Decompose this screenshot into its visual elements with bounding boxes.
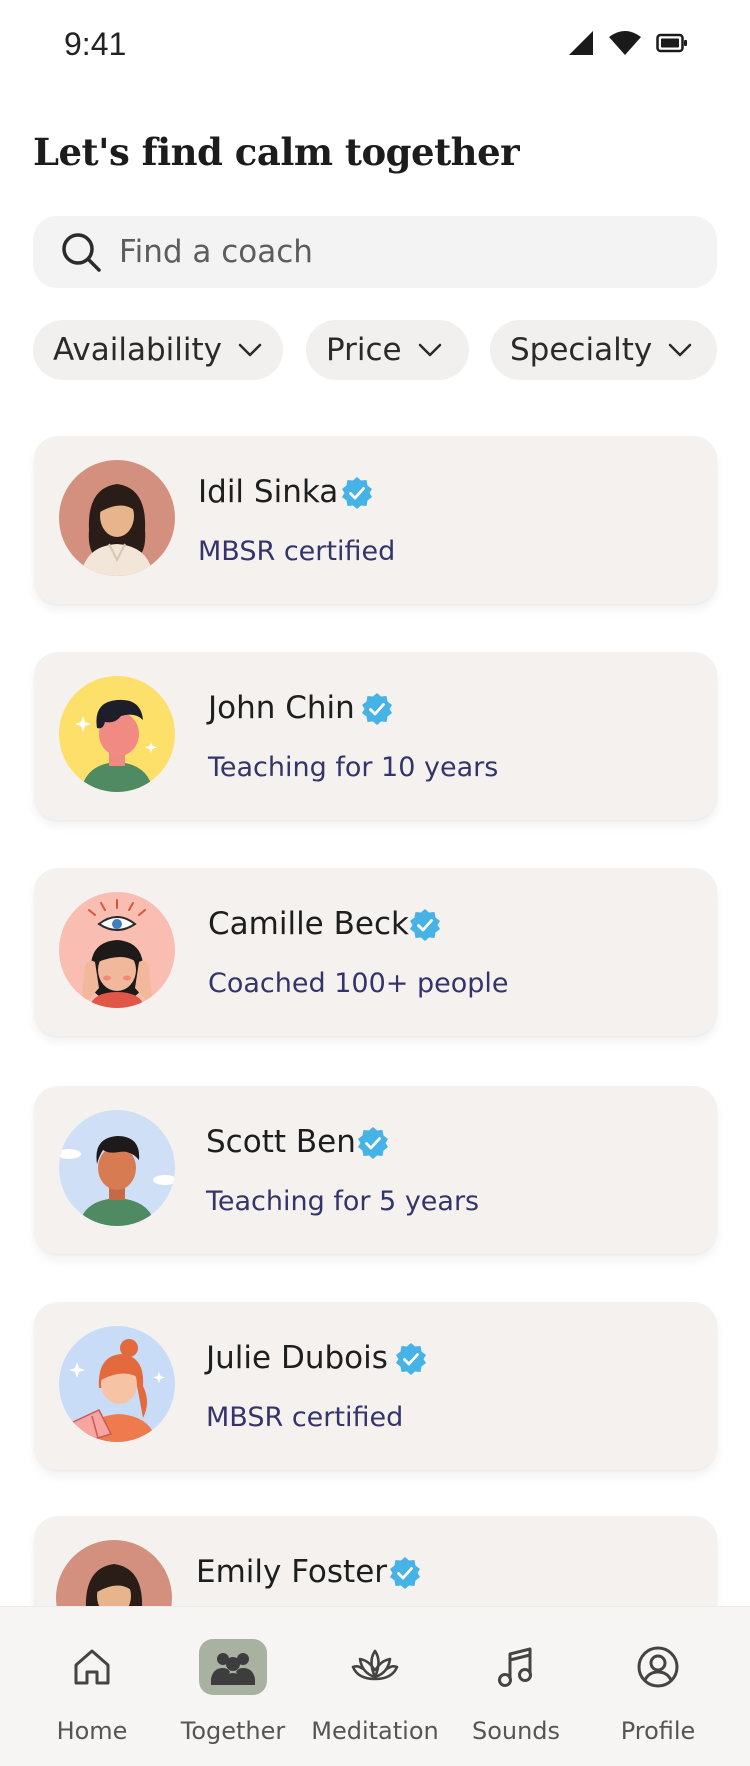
coach-name: Julie Dubois: [206, 1340, 388, 1376]
battery-icon: [656, 33, 687, 53]
nav-home[interactable]: Home: [22, 1607, 162, 1766]
avatar: [59, 460, 175, 576]
status-icons: [568, 30, 688, 56]
filter-bar: Availability Price Specialty: [33, 320, 717, 380]
chevron-down-icon: [418, 343, 441, 357]
filter-specialty[interactable]: Specialty: [490, 320, 717, 380]
verified-badge-icon: [410, 909, 440, 941]
verified-badge-icon: [390, 1557, 420, 1589]
coach-card[interactable]: Julie Dubois MBSR certified: [34, 1302, 717, 1470]
coach-name: Idil Sinka: [198, 474, 339, 510]
lotus-icon: [351, 1649, 399, 1681]
coach-name: John Chin: [208, 690, 355, 726]
avatar: [59, 1110, 175, 1226]
filter-price[interactable]: Price: [306, 320, 469, 380]
chevron-down-icon: [668, 343, 692, 357]
nav-together-label: Together: [180, 1717, 286, 1745]
filter-specialty-label: Specialty: [510, 332, 653, 368]
search-input[interactable]: [119, 234, 679, 270]
nav-sounds-icon-wrap: [482, 1639, 550, 1695]
nav-meditation-icon-wrap: [341, 1639, 409, 1695]
filter-availability[interactable]: Availability: [33, 320, 283, 380]
profile-icon: [637, 1646, 679, 1688]
music-note-icon: [498, 1647, 532, 1687]
status-bar: 9:41: [0, 0, 750, 92]
nav-profile-icon-wrap: [624, 1639, 692, 1695]
status-time: 9:41: [64, 26, 127, 62]
home-icon: [74, 1649, 110, 1685]
nav-profile[interactable]: Profile: [588, 1607, 728, 1766]
verified-badge-icon: [362, 693, 392, 725]
wifi-icon: [609, 31, 641, 55]
nav-sounds[interactable]: Sounds: [446, 1607, 586, 1766]
coach-card[interactable]: Idil Sinka MBSR certified: [34, 436, 717, 604]
coach-card[interactable]: John Chin Teaching for 10 years: [34, 652, 717, 820]
bottom-navigation: Home Together Meditation Sounds Profile: [0, 1606, 750, 1766]
coach-name: Camille Beck: [208, 906, 409, 942]
coach-card[interactable]: Scott Ben Teaching for 5 years: [34, 1086, 717, 1254]
coach-name: Emily Foster: [196, 1554, 388, 1590]
coach-subtitle: Coached 100+ people: [208, 968, 509, 999]
coach-card[interactable]: Camille Beck Coached 100+ people: [34, 868, 717, 1036]
coach-subtitle: MBSR certified: [198, 536, 396, 567]
people-icon: [211, 1653, 255, 1685]
filter-availability-label: Availability: [53, 332, 222, 368]
nav-home-label: Home: [56, 1717, 128, 1745]
coach-name: Scott Ben: [206, 1124, 356, 1160]
nav-sounds-label: Sounds: [471, 1717, 561, 1745]
avatar: [59, 892, 175, 1008]
nav-together[interactable]: Together: [163, 1607, 303, 1766]
avatar: [59, 1326, 175, 1442]
nav-home-icon-wrap: [58, 1639, 126, 1695]
coach-subtitle: Teaching for 5 years: [206, 1186, 480, 1217]
verified-badge-icon: [342, 477, 372, 509]
nav-meditation[interactable]: Meditation: [305, 1607, 445, 1766]
cellular-signal-icon: [569, 31, 593, 55]
avatar: [59, 676, 175, 792]
nav-profile-label: Profile: [620, 1717, 696, 1745]
chevron-down-icon: [238, 343, 262, 357]
coach-subtitle: Teaching for 10 years: [208, 752, 499, 783]
filter-price-label: Price: [326, 332, 402, 368]
verified-badge-icon: [358, 1127, 388, 1159]
nav-meditation-label: Meditation: [311, 1717, 439, 1745]
coach-subtitle: MBSR certified: [206, 1402, 404, 1433]
coach-list-screen: 9:41 Let's find calm together Availab: [0, 0, 750, 1766]
page-title: Let's find calm together: [33, 130, 520, 174]
search-bar[interactable]: [33, 216, 717, 288]
nav-together-icon-wrap: [199, 1639, 267, 1695]
search-icon: [62, 233, 101, 272]
verified-badge-icon: [396, 1343, 426, 1375]
